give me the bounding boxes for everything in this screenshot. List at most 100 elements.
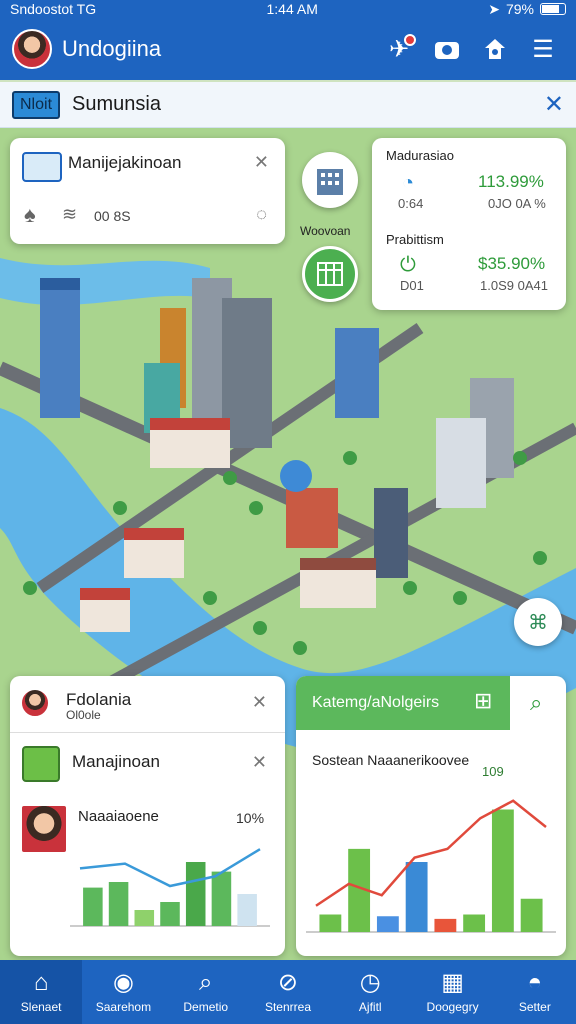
nav-label: Setter: [518, 1000, 551, 1014]
nav-compass[interactable]: ⊘ Stenrrea: [247, 960, 329, 1024]
chart-bar: [108, 882, 129, 926]
calendar-icon: ▦: [441, 969, 464, 996]
card-title: Manijejakinoan: [68, 153, 182, 172]
chart-bar: [211, 871, 232, 926]
map-pin-location[interactable]: ⌘: [514, 598, 562, 646]
chat-icon[interactable]: ◌: [256, 204, 267, 225]
clock: 1:44 AM: [266, 1, 318, 17]
stat-sub-left: D01: [400, 278, 424, 293]
building-icon: [317, 169, 343, 195]
search-bar[interactable]: Nloit Sumunsia ✕: [0, 82, 576, 128]
tower: [436, 418, 486, 508]
globe-icon: ◉: [112, 969, 134, 996]
carrier-text: Sndoostot TG: [10, 1, 97, 17]
flame-icon: ♠: [24, 202, 36, 227]
chart-bar: [520, 898, 543, 932]
grid-chart-icon: [317, 262, 343, 286]
home-icon: ⌂: [33, 969, 49, 996]
red-roof-house: [124, 528, 184, 578]
nav-home[interactable]: ⌂ Slenaet: [0, 960, 83, 1024]
map-pin-chart[interactable]: [302, 246, 358, 302]
status-bar: Sndoostot TG 1:44 AM ➤ 79%: [0, 0, 576, 18]
search-icon[interactable]: ⌕: [530, 690, 542, 716]
info-card-top-left[interactable]: Manijejakinoan ✕ ♠ ≋ 00 8S ◌: [10, 138, 285, 244]
divider: [10, 732, 285, 733]
stat-sub-right: 0JO 0A %: [488, 196, 546, 211]
barcode-icon: ≋: [62, 204, 78, 224]
close-icon[interactable]: ✕: [252, 752, 267, 773]
close-icon[interactable]: ✕: [544, 90, 564, 119]
avatar[interactable]: [12, 29, 52, 69]
stat-label: Prabittism: [386, 232, 444, 247]
app-title: Undogiina: [62, 36, 162, 61]
card-header-title: Katemg/aNolgeirs: [312, 694, 440, 711]
info-card-bottom-left[interactable]: Fdolania Ol0ole ✕ Manajinoan ✕ Naaaiaoen…: [10, 676, 285, 956]
dome: [280, 460, 312, 492]
red-roof-house: [150, 418, 230, 468]
stat-label: Madurasiao: [386, 148, 454, 163]
map-pin-building[interactable]: [302, 152, 358, 208]
app-header: Undogiina ✈ ☰: [0, 18, 576, 80]
nav-calendar[interactable]: ▦ Doogegry: [411, 960, 493, 1024]
search-icon: ⌕: [198, 969, 213, 996]
chart-bar: [237, 894, 257, 926]
nav-label: Demetio: [183, 1000, 229, 1014]
person-photo: [20, 804, 68, 854]
nav-label: Doogegry: [426, 1000, 479, 1014]
tower: [374, 488, 408, 578]
stats-card-top-right[interactable]: Madurasiao ◔ 113.99% 0:64 0JO 0A % Prabi…: [372, 138, 566, 310]
search-tag[interactable]: Nloit: [12, 90, 61, 119]
bar-chart-left: [70, 848, 270, 927]
stat-sub-right: 1.0S9 0A41: [480, 278, 548, 293]
chart-trend-line: [79, 848, 261, 888]
nav-label: Stenrrea: [264, 1000, 311, 1014]
battery-text: 79%: [505, 1, 534, 17]
red-roof-house: [80, 588, 130, 632]
table-icon[interactable]: ⊞: [474, 688, 492, 714]
tool-icon[interactable]: ✈: [378, 28, 420, 70]
nav-globe[interactable]: ◉ Saarehom: [82, 960, 164, 1024]
blue-status-icon: ◔: [402, 172, 415, 194]
green-power-icon: ⏻: [400, 254, 416, 276]
stat-value: 113.99%: [478, 172, 544, 191]
card-icon: [22, 152, 62, 182]
location-icon: ➤: [488, 0, 500, 17]
compass-icon: ⊘: [277, 969, 299, 996]
chart-bar: [434, 918, 457, 932]
nav-gauge[interactable]: ◷ Ajfitl: [329, 960, 411, 1024]
menu-icon[interactable]: ☰: [522, 28, 564, 70]
red-roof-house: [286, 488, 338, 548]
card-subtitle: Ol0ole: [66, 708, 101, 722]
nav-label: Ajfitl: [358, 1000, 382, 1014]
chart-thumb-icon: [22, 746, 60, 782]
bottom-nav: ⌂ Slenaet ◉ Saarehom ⌕ Demetio ⊘ Stenrrea ◷ A…: [0, 960, 576, 1024]
nav-label: Saarehom: [95, 1000, 152, 1014]
row-label: Manajinoan: [72, 752, 160, 771]
tower: [335, 328, 379, 418]
gauge-icon: ◷: [359, 969, 381, 996]
chart-title: Sostean Naaanerikoovee: [312, 752, 470, 768]
chart-bar: [83, 887, 103, 926]
map-pin-label: Woovoan: [300, 224, 351, 238]
stat-value: $35.90%: [478, 254, 546, 273]
red-roof-house: [300, 558, 376, 608]
chart-bar: [134, 910, 155, 926]
bar-chart-right: [306, 799, 556, 933]
avatar: [20, 688, 50, 718]
card-meta: 00 8S: [94, 208, 131, 224]
nav-user[interactable]: ◓ Setter: [494, 960, 576, 1024]
notification-badge: [404, 34, 416, 46]
search-input[interactable]: Sumunsia: [72, 93, 544, 116]
tower: [40, 278, 80, 418]
close-icon[interactable]: ✕: [254, 152, 269, 173]
home-icon[interactable]: [474, 28, 516, 70]
card-title: Fdolania: [66, 690, 132, 709]
battery-icon: [540, 3, 566, 15]
camera-icon[interactable]: [426, 28, 468, 70]
chart-bar: [319, 914, 342, 932]
chart-card-bottom-right[interactable]: Katemg/aNolgeirs ⊞ ⌕ Sostean Naaanerikoo…: [296, 676, 566, 956]
close-icon[interactable]: ✕: [252, 692, 267, 713]
status-icons: ➤ 79%: [488, 1, 566, 18]
nav-search[interactable]: ⌕ Demetio: [165, 960, 247, 1024]
user-icon: ◓: [527, 969, 543, 996]
